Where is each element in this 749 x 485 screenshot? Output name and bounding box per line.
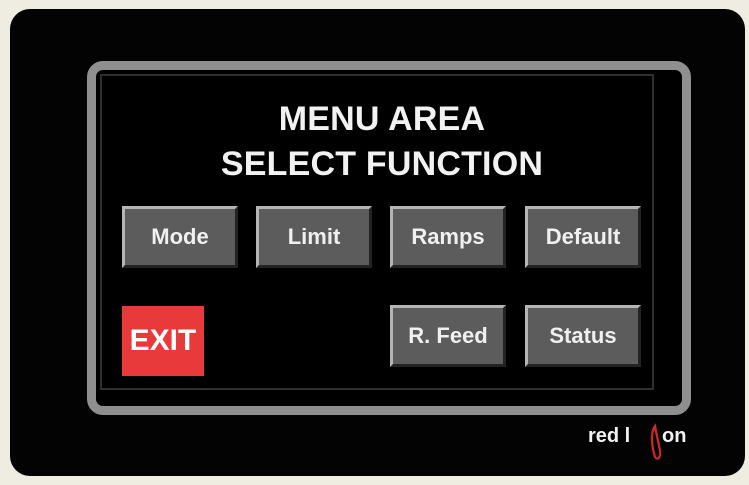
status-button[interactable]: Status <box>525 305 641 367</box>
limit-button[interactable]: Limit <box>256 206 372 268</box>
default-button[interactable]: Default <box>525 206 641 268</box>
red-lion-logo: red l on <box>588 421 698 461</box>
exit-button[interactable]: EXIT <box>122 306 204 376</box>
menu-subtitle: SELECT FUNCTION <box>220 145 544 183</box>
menu-title: MENU AREA <box>278 100 486 138</box>
r-feed-button[interactable]: R. Feed <box>390 305 506 367</box>
ramps-button[interactable]: Ramps <box>390 206 506 268</box>
logo-swoosh-icon <box>650 423 662 460</box>
mode-button[interactable]: Mode <box>122 206 238 268</box>
